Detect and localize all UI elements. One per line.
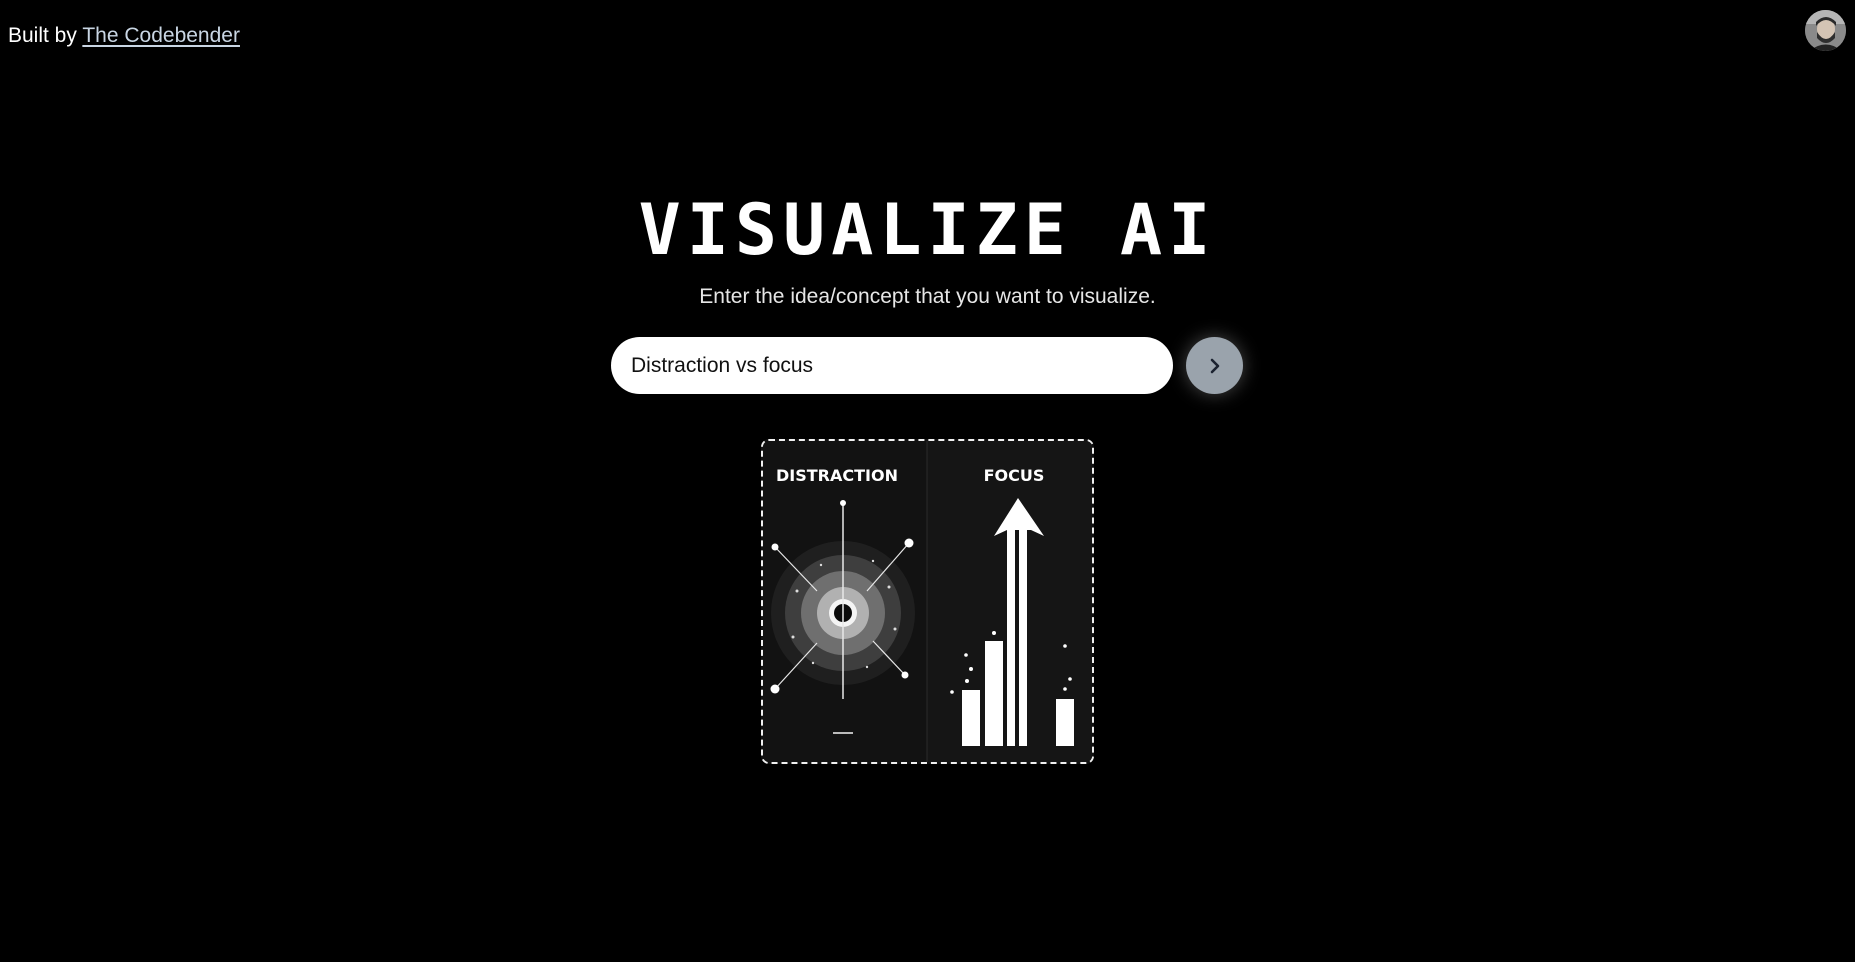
submit-button[interactable] (1186, 337, 1243, 394)
distraction-label: DISTRACTION (776, 466, 898, 485)
generated-image: DISTRACTION FOCUS (761, 439, 1094, 764)
avatar-image (1805, 10, 1846, 51)
credit-prefix: Built by (8, 24, 77, 47)
concept-input[interactable] (611, 337, 1173, 394)
page-title: VISUALIZE AI (638, 189, 1217, 271)
focus-label: FOCUS (984, 466, 1045, 485)
chevron-right-icon (1210, 358, 1219, 373)
page-subtitle: Enter the idea/concept that you want to … (699, 285, 1156, 308)
author-link[interactable]: The Codebender (82, 24, 240, 47)
credit-line: Built by The Codebender (8, 24, 240, 48)
avatar[interactable] (1805, 10, 1846, 51)
page: Built by The Codebender VISUALIZE AI Ent… (0, 0, 1855, 962)
generated-image-artwork: DISTRACTION FOCUS (763, 441, 1092, 762)
